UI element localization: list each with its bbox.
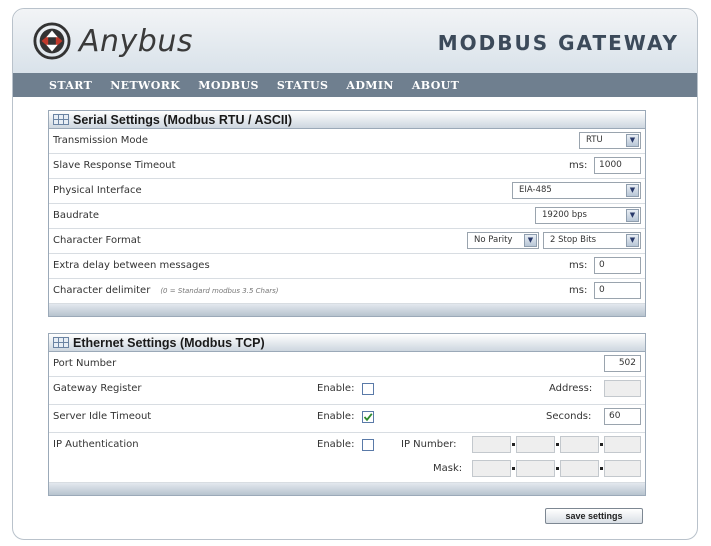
physical-interface-value: EIA-485 <box>519 185 552 195</box>
anybus-logo: Anybus <box>33 19 193 63</box>
server-idle-enable-label: Enable: <box>317 411 355 422</box>
parity-value: No Parity <box>474 235 513 245</box>
ip-authentication-label: IP Authentication <box>53 439 139 450</box>
mask-separator-dot <box>512 467 515 470</box>
anybus-logo-icon <box>33 22 71 60</box>
brand-name: Anybus <box>79 23 193 59</box>
ip-octet-3-input[interactable] <box>560 436 599 453</box>
ip-number-label: IP Number: <box>401 439 457 450</box>
mask-octet-3-input[interactable] <box>560 460 599 477</box>
baudrate-row: Baudrate 19200 bps ▼ <box>49 204 645 229</box>
char-delimiter-input[interactable]: 0 <box>594 282 641 299</box>
slave-timeout-unit: ms: <box>569 160 588 171</box>
extra-delay-label: Extra delay between messages <box>53 260 210 271</box>
ip-octet-2-input[interactable] <box>516 436 555 453</box>
ip-separator-dot <box>600 443 603 446</box>
nav-network[interactable]: NETWORK <box>110 79 180 92</box>
mask-octet-1-input[interactable] <box>472 460 511 477</box>
mask-octet-4-input[interactable] <box>604 460 641 477</box>
physical-interface-row: Physical Interface EIA-485 ▼ <box>49 179 645 204</box>
server-idle-timeout-row: Server Idle Timeout Enable: Seconds: 60 <box>49 405 645 433</box>
transmission-mode-row: Transmission Mode RTU ▼ <box>49 129 645 154</box>
ip-octet-1-input[interactable] <box>472 436 511 453</box>
char-delimiter-note: (0 = Standard modbus 3.5 Chars) <box>160 287 279 295</box>
port-number-input[interactable]: 502 <box>604 355 641 372</box>
grid-icon <box>53 114 69 125</box>
character-format-label: Character Format <box>53 235 141 246</box>
mask-separator-dot <box>556 467 559 470</box>
chevron-down-icon: ▼ <box>626 184 639 197</box>
chevron-down-icon: ▼ <box>626 234 639 247</box>
ip-octet-4-input[interactable] <box>604 436 641 453</box>
physical-interface-label: Physical Interface <box>53 185 142 196</box>
port-number-label: Port Number <box>53 358 117 369</box>
save-settings-button[interactable]: save settings <box>545 508 643 524</box>
char-delimiter-label-wrap: Character delimiter (0 = Standard modbus … <box>53 285 279 296</box>
ethernet-panel-title: Ethernet Settings (Modbus TCP) <box>49 334 645 352</box>
grid-icon <box>53 337 69 348</box>
port-number-row: Port Number 502 <box>49 352 645 377</box>
serial-panel-footer <box>49 304 645 316</box>
gateway-register-checkbox[interactable] <box>362 383 374 395</box>
gateway-register-label: Gateway Register <box>53 383 142 394</box>
parity-select[interactable]: No Parity ▼ <box>467 232 539 249</box>
nav-start[interactable]: START <box>49 79 92 92</box>
baudrate-value: 19200 bps <box>542 210 587 220</box>
extra-delay-input[interactable]: 0 <box>594 257 641 274</box>
gateway-address-label: Address: <box>549 383 593 394</box>
mask-octet-2-input[interactable] <box>516 460 555 477</box>
mask-label: Mask: <box>433 463 463 474</box>
gateway-address-input[interactable] <box>604 380 641 397</box>
product-title: MODBUS GATEWAY <box>437 31 679 55</box>
server-idle-timeout-label: Server Idle Timeout <box>53 411 152 422</box>
ip-separator-dot <box>556 443 559 446</box>
transmission-mode-label: Transmission Mode <box>53 135 149 146</box>
serial-title-text: Serial Settings (Modbus RTU / ASCII) <box>73 112 292 127</box>
server-idle-seconds-input[interactable]: 60 <box>604 408 641 425</box>
main-nav: START NETWORK MODBUS STATUS ADMIN ABOUT <box>13 73 697 97</box>
stop-bits-select[interactable]: 2 Stop Bits ▼ <box>543 232 641 249</box>
mask-separator-dot <box>600 467 603 470</box>
slave-timeout-input[interactable]: 1000 <box>594 157 641 174</box>
nav-modbus[interactable]: MODBUS <box>198 79 259 92</box>
nav-about[interactable]: ABOUT <box>412 79 459 92</box>
slave-timeout-row: Slave Response Timeout ms: 1000 <box>49 154 645 179</box>
physical-interface-select[interactable]: EIA-485 ▼ <box>512 182 641 199</box>
baudrate-select[interactable]: 19200 bps ▼ <box>535 207 641 224</box>
ip-auth-checkbox[interactable] <box>362 439 374 451</box>
nav-status[interactable]: STATUS <box>277 79 329 92</box>
gateway-register-enable-label: Enable: <box>317 383 355 394</box>
serial-panel-title: Serial Settings (Modbus RTU / ASCII) <box>49 111 645 129</box>
ethernet-panel-footer <box>49 483 645 495</box>
ip-separator-dot <box>512 443 515 446</box>
character-format-row: Character Format No Parity ▼ 2 Stop Bits… <box>49 229 645 254</box>
extra-delay-unit: ms: <box>569 260 588 271</box>
server-idle-seconds-label: Seconds: <box>546 411 592 422</box>
char-delimiter-label: Character delimiter <box>53 285 151 296</box>
extra-delay-row: Extra delay between messages ms: 0 <box>49 254 645 279</box>
header: Anybus MODBUS GATEWAY <box>13 9 697 73</box>
server-idle-checkbox[interactable] <box>362 411 374 423</box>
chevron-down-icon: ▼ <box>626 209 639 222</box>
baudrate-label: Baudrate <box>53 210 99 221</box>
char-delimiter-row: Character delimiter (0 = Standard modbus … <box>49 279 645 304</box>
char-delimiter-unit: ms: <box>569 285 588 296</box>
gateway-register-row: Gateway Register Enable: Address: <box>49 377 645 405</box>
slave-timeout-label: Slave Response Timeout <box>53 160 176 171</box>
checkmark-icon <box>363 413 373 422</box>
transmission-mode-value: RTU <box>586 135 603 145</box>
serial-settings-panel: Serial Settings (Modbus RTU / ASCII) Tra… <box>48 110 646 317</box>
ip-authentication-row: IP Authentication Enable: IP Number: Mas… <box>49 433 645 483</box>
ethernet-title-text: Ethernet Settings (Modbus TCP) <box>73 335 265 350</box>
nav-admin[interactable]: ADMIN <box>346 79 393 92</box>
chevron-down-icon: ▼ <box>524 234 537 247</box>
chevron-down-icon: ▼ <box>626 134 639 147</box>
stop-bits-value: 2 Stop Bits <box>550 235 597 245</box>
ethernet-settings-panel: Ethernet Settings (Modbus TCP) Port Numb… <box>48 333 646 496</box>
transmission-mode-select[interactable]: RTU ▼ <box>579 132 641 149</box>
ip-auth-enable-label: Enable: <box>317 439 355 450</box>
